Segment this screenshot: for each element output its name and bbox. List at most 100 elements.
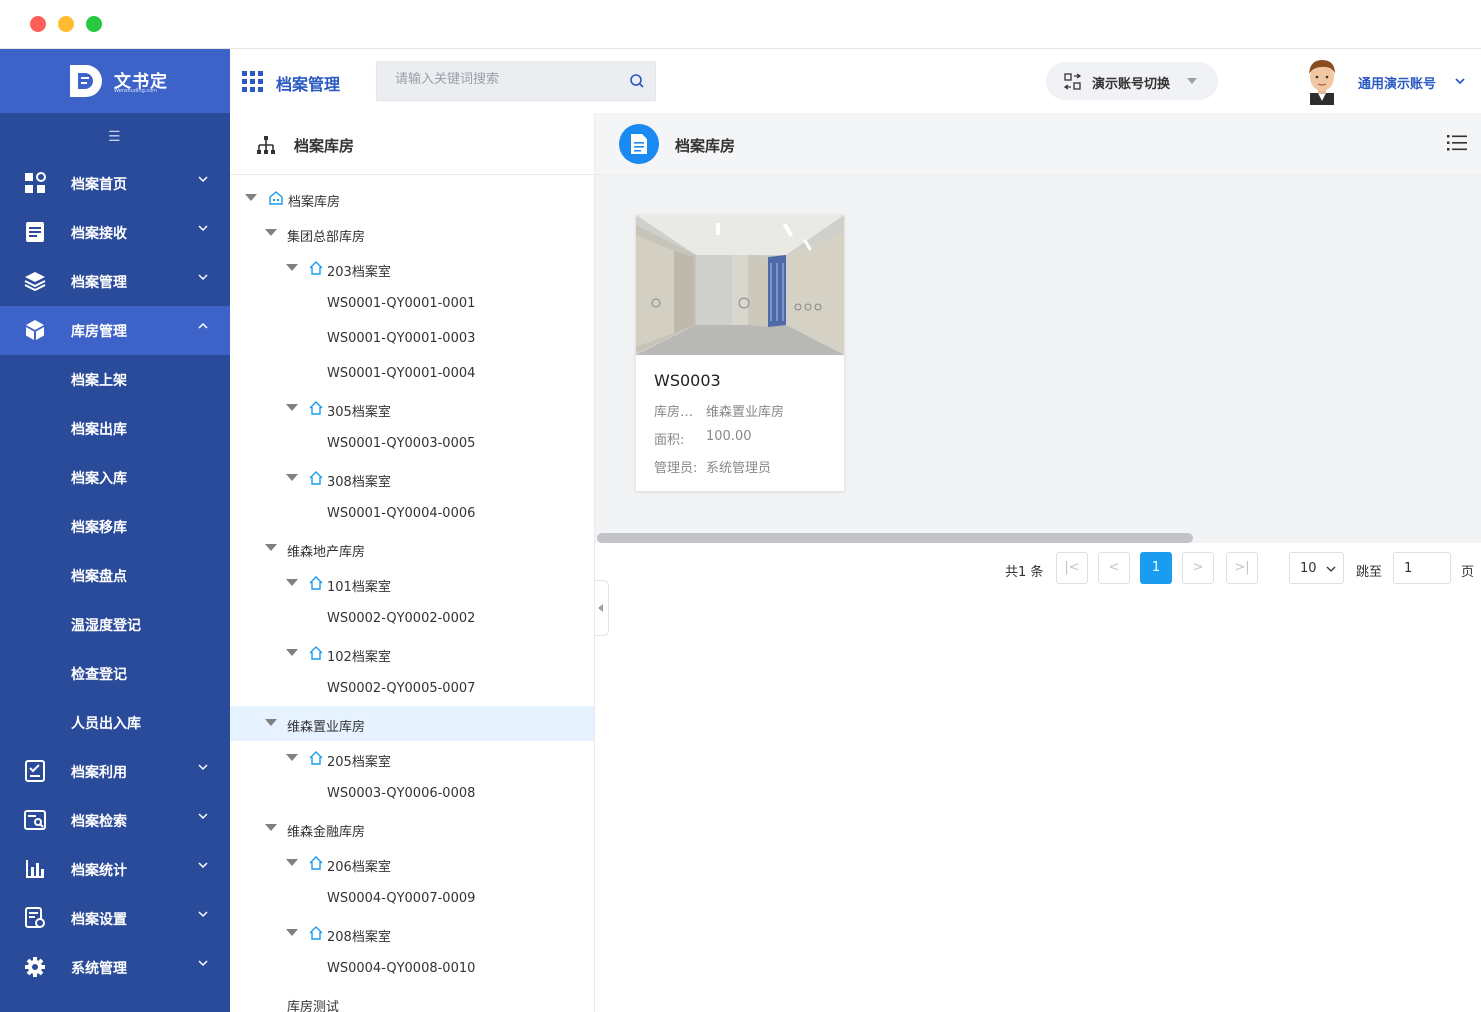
tree-node[interactable]: 102档案室 bbox=[230, 636, 594, 671]
maximize-window-button[interactable] bbox=[86, 16, 102, 32]
caret-down-icon[interactable] bbox=[286, 474, 298, 481]
sidebar-item-home[interactable]: 档案首页 bbox=[0, 159, 230, 208]
sidebar-subitem-humidity[interactable]: 温湿度登记 bbox=[0, 600, 230, 649]
prev-page-button[interactable]: < bbox=[1098, 552, 1130, 584]
module-title[interactable]: 档案管理 bbox=[276, 71, 340, 95]
tree-node[interactable]: WS0001-QY0001-0003 bbox=[230, 321, 594, 356]
tree-node[interactable]: WS0002-QY0002-0002 bbox=[230, 601, 594, 636]
caret-down-icon[interactable] bbox=[265, 719, 277, 726]
sidebar-subitem-personnel[interactable]: 人员出入库 bbox=[0, 698, 230, 747]
list-view-icon[interactable] bbox=[1447, 134, 1467, 152]
tree-node[interactable]: 维森地产库房 bbox=[230, 531, 594, 566]
close-window-button[interactable] bbox=[30, 16, 46, 32]
warehouse-card[interactable]: WS0003 库房… 维森置业库房 面积: 100.00 管理员: 系统管理员 bbox=[636, 215, 844, 491]
last-page-button[interactable]: >| bbox=[1226, 552, 1258, 584]
tree-node-label: 维森置业库房 bbox=[287, 720, 366, 735]
search-input[interactable] bbox=[395, 72, 615, 87]
caret-down-icon[interactable] bbox=[245, 194, 257, 201]
sidebar-item-system[interactable]: 系统管理 bbox=[0, 943, 230, 992]
panel-collapse-handle[interactable] bbox=[595, 580, 609, 636]
tree-node-label: 维森金融库房 bbox=[287, 825, 366, 840]
tree-node-label: 305档案室 bbox=[327, 405, 391, 420]
sidebar-item-label: 系统管理 bbox=[71, 961, 127, 977]
tree-node[interactable]: 维森金融库房 bbox=[230, 811, 594, 846]
sidebar-subitem-inbound[interactable]: 档案入库 bbox=[0, 453, 230, 502]
tree-node[interactable]: WS0001-QY0001-0001 bbox=[230, 286, 594, 321]
sidebar-subitem-inspection[interactable]: 检查登记 bbox=[0, 649, 230, 698]
tree-node[interactable]: WS0002-QY0005-0007 bbox=[230, 671, 594, 706]
next-page-button[interactable]: > bbox=[1182, 552, 1214, 584]
chevron-down-icon[interactable] bbox=[1454, 75, 1466, 87]
caret-down-icon[interactable] bbox=[265, 824, 277, 831]
caret-down-icon[interactable] bbox=[286, 859, 298, 866]
tree-node[interactable]: WS0001-QY0001-0004 bbox=[230, 356, 594, 391]
sidebar-collapse-button[interactable]: ☰ bbox=[0, 113, 230, 159]
page-title: 档案库房 bbox=[675, 137, 736, 155]
sidebar-subitem-outbound[interactable]: 档案出库 bbox=[0, 404, 230, 453]
apps-grid-icon[interactable] bbox=[242, 71, 263, 92]
warehouse-code: WS0003 bbox=[654, 371, 721, 390]
card-row-manager: 管理员: 系统管理员 bbox=[654, 457, 771, 476]
tree-node[interactable]: 101档案室 bbox=[230, 566, 594, 601]
caret-down-icon[interactable] bbox=[265, 229, 277, 236]
sidebar-item-manage[interactable]: 档案管理 bbox=[0, 257, 230, 306]
logo[interactable]: 文书定 Wenshuding.com bbox=[0, 49, 230, 113]
chevron-up-icon bbox=[198, 322, 208, 329]
tree-node[interactable]: 205档案室 bbox=[230, 741, 594, 776]
tree-node[interactable]: WS0003-QY0006-0008 bbox=[230, 776, 594, 811]
minimize-window-button[interactable] bbox=[58, 16, 74, 32]
caret-down-icon[interactable] bbox=[286, 264, 298, 271]
caret-down-icon[interactable] bbox=[286, 754, 298, 761]
tree-node[interactable]: 库房测试 bbox=[230, 986, 594, 1012]
search-icon[interactable] bbox=[629, 73, 645, 89]
caret-down-icon[interactable] bbox=[286, 404, 298, 411]
chevron-down-icon bbox=[198, 813, 208, 820]
sidebar-item-settings[interactable]: 档案设置 bbox=[0, 894, 230, 943]
account-switch-button[interactable]: 演示账号切换 bbox=[1046, 62, 1218, 100]
tree-node[interactable]: WS0004-QY0007-0009 bbox=[230, 881, 594, 916]
sidebar-subitem-label: 温湿度登记 bbox=[71, 618, 141, 634]
tree-node-label: 102档案室 bbox=[327, 650, 391, 665]
page-suffix: 页 bbox=[1461, 565, 1475, 580]
tree-node[interactable]: WS0001-QY0003-0005 bbox=[230, 426, 594, 461]
archive-badge-icon bbox=[619, 124, 659, 164]
caret-down-icon[interactable] bbox=[286, 649, 298, 656]
avatar[interactable] bbox=[1304, 57, 1340, 105]
caret-down-icon[interactable] bbox=[286, 929, 298, 936]
card-row-warehouse: 库房… 维森置业库房 bbox=[654, 401, 784, 420]
caret-down-icon[interactable] bbox=[286, 579, 298, 586]
page-1-button[interactable]: 1 bbox=[1140, 552, 1172, 584]
gear-icon bbox=[25, 957, 45, 977]
tree-node[interactable]: 308档案室 bbox=[230, 461, 594, 496]
sidebar-subitem-inventory[interactable]: 档案盘点 bbox=[0, 551, 230, 600]
home-icon bbox=[309, 576, 323, 590]
sidebar-item-search[interactable]: 档案检索 bbox=[0, 796, 230, 845]
caret-left-icon bbox=[598, 604, 603, 612]
window-titlebar bbox=[0, 0, 1481, 49]
tree-node[interactable]: 档案库房 bbox=[230, 181, 594, 216]
horizontal-scrollbar[interactable] bbox=[597, 533, 1193, 543]
user-name[interactable]: 通用演示账号 bbox=[1358, 73, 1436, 92]
tree-node[interactable]: WS0004-QY0008-0010 bbox=[230, 951, 594, 986]
tree-node-selected[interactable]: 维森置业库房 bbox=[230, 706, 594, 741]
tree-node[interactable]: 集团总部库房 bbox=[230, 216, 594, 251]
page-size-select[interactable]: 10 bbox=[1289, 552, 1344, 584]
first-page-button[interactable]: |< bbox=[1056, 552, 1088, 584]
caret-down-icon[interactable] bbox=[265, 544, 277, 551]
tree-node[interactable]: WS0001-QY0004-0006 bbox=[230, 496, 594, 531]
tree-node[interactable]: 203档案室 bbox=[230, 251, 594, 286]
sidebar-item-receive[interactable]: 档案接收 bbox=[0, 208, 230, 257]
card-grid: WS0003 库房… 维森置业库房 面积: 100.00 管理员: 系统管理员 bbox=[595, 175, 1481, 543]
goto-page-input[interactable]: 1 bbox=[1393, 552, 1451, 584]
tree-node[interactable]: 305档案室 bbox=[230, 391, 594, 426]
sidebar-item-warehouse[interactable]: 库房管理 bbox=[0, 306, 230, 355]
tree-node[interactable]: 208档案室 bbox=[230, 916, 594, 951]
sidebar-subitem-shelve[interactable]: 档案上架 bbox=[0, 355, 230, 404]
tree-header: 档案库房 bbox=[230, 113, 594, 175]
tree-node-label: WS0001-QY0001-0004 bbox=[327, 366, 476, 381]
sidebar-item-stats[interactable]: 档案统计 bbox=[0, 845, 230, 894]
sidebar-item-label: 档案首页 bbox=[71, 177, 127, 193]
sidebar-item-utilize[interactable]: 档案利用 bbox=[0, 747, 230, 796]
sidebar-subitem-transfer[interactable]: 档案移库 bbox=[0, 502, 230, 551]
tree-node[interactable]: 206档案室 bbox=[230, 846, 594, 881]
